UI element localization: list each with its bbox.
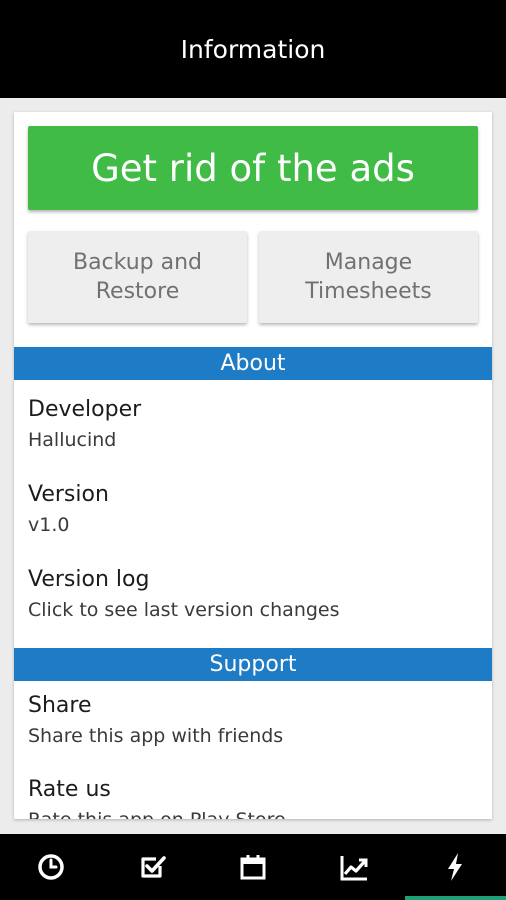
version-title: Version <box>28 482 109 507</box>
bottom-navigation <box>0 834 506 900</box>
lightning-icon <box>448 853 463 881</box>
developer-item[interactable]: Developer Hallucind <box>28 395 478 453</box>
share-subtitle: Share this app with friends <box>28 725 284 747</box>
manage-timesheets-label: Manage Timesheets <box>305 250 432 304</box>
manage-timesheets-button[interactable]: Manage Timesheets <box>259 231 478 323</box>
share-item[interactable]: Share Share this app with friends <box>28 691 478 749</box>
version-log-item[interactable]: Version log Click to see last version ch… <box>28 565 478 623</box>
page-title: Information <box>180 34 326 64</box>
content-area: Get rid of the ads Backup and Restore Ma… <box>0 98 506 834</box>
app-bar: Information <box>0 0 506 98</box>
remove-ads-label: Get rid of the ads <box>91 146 415 190</box>
chart-icon <box>340 856 368 881</box>
tab-calendar[interactable] <box>202 834 303 900</box>
tab-indicator <box>304 896 405 900</box>
rate-us-title: Rate us <box>28 777 111 802</box>
about-header-label: About <box>220 351 286 376</box>
rate-us-item[interactable]: Rate us Rate this app on Play Store <box>28 775 478 819</box>
version-item[interactable]: Version v1.0 <box>28 480 478 538</box>
tab-indicator <box>101 896 202 900</box>
share-title: Share <box>28 693 92 718</box>
remove-ads-button[interactable]: Get rid of the ads <box>28 126 478 210</box>
clock-icon <box>37 854 64 880</box>
support-header-label: Support <box>209 652 297 677</box>
support-section-header: Support <box>14 648 492 681</box>
info-card[interactable]: Get rid of the ads Backup and Restore Ma… <box>14 112 492 819</box>
version-value: v1.0 <box>28 514 70 536</box>
version-log-subtitle: Click to see last version changes <box>28 599 340 621</box>
calendar-icon <box>240 855 266 880</box>
tab-indicator <box>0 896 101 900</box>
tab-indicator <box>202 896 303 900</box>
tab-statistics[interactable] <box>304 834 405 900</box>
tab-clock[interactable] <box>0 834 101 900</box>
active-tab-indicator <box>404 896 506 900</box>
tab-information[interactable] <box>404 834 506 900</box>
version-log-title: Version log <box>28 567 150 592</box>
about-section-header: About <box>14 347 492 380</box>
developer-value: Hallucind <box>28 429 117 451</box>
rate-us-subtitle: Rate this app on Play Store <box>28 807 478 819</box>
tab-tasks[interactable] <box>101 834 202 900</box>
checkbox-icon <box>141 856 166 878</box>
backup-restore-label: Backup and Restore <box>72 250 203 304</box>
backup-restore-button[interactable]: Backup and Restore <box>28 231 247 323</box>
developer-title: Developer <box>28 397 142 422</box>
